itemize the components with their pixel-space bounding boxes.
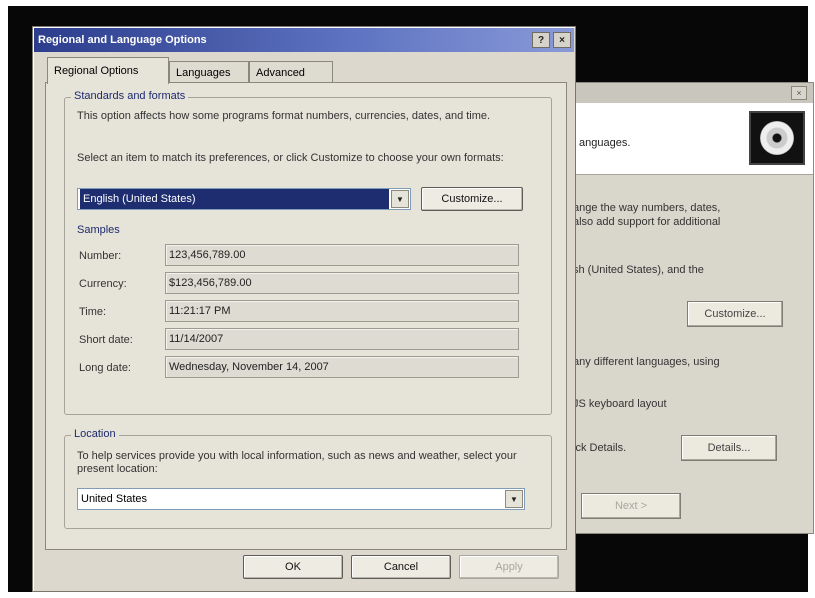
screen-background: × anguages. ange the way numbers, dates,… [8,6,814,592]
location-description: To help services provide you with local … [77,450,517,475]
standards-description: This option affects how some programs fo… [77,110,491,122]
background-text-1: ange the way numbers, dates, [573,202,721,214]
sample-value-long-date: Wednesday, November 14, 2007 [165,356,519,378]
chevron-down-icon[interactable]: ▼ [505,490,523,508]
help-button[interactable]: ? [532,32,550,48]
regional-language-dialog: Regional and Language Options ? × Region… [32,26,576,592]
tab-advanced[interactable]: Advanced [249,61,333,83]
standards-formats-legend: Standards and formats [71,90,189,102]
background-text-4: any different languages, using [573,356,720,368]
locale-select-value: English (United States) [80,189,389,209]
sample-label-time: Time: [79,306,107,318]
background-window-titlebar: × [557,83,813,103]
sample-label-currency: Currency: [79,278,127,290]
background-text-2: also add support for additional [573,216,721,228]
background-text-3: sh (United States), and the [573,264,704,276]
location-select-value: United States [81,493,148,505]
close-button[interactable]: × [553,32,571,48]
location-legend: Location [71,428,119,440]
location-group: Location To help services provide you wi… [64,428,552,529]
regional-options-panel: Standards and formats This option affect… [45,82,567,550]
background-text-5: JS keyboard layout [573,398,667,410]
chevron-down-icon[interactable]: ▼ [391,190,409,208]
dialog-title: Regional and Language Options [38,34,207,46]
cancel-button[interactable]: Cancel [351,555,451,579]
standards-instruction: Select an item to match its preferences,… [77,152,504,164]
help-icon: ? [537,34,545,46]
dialog-titlebar[interactable]: Regional and Language Options ? × [34,28,574,52]
cd-icon [749,111,805,165]
tab-languages[interactable]: Languages [169,61,249,83]
background-customize-button[interactable]: Customize... [687,301,783,327]
location-select[interactable]: United States ▼ [77,488,525,510]
sample-value-number: 123,456,789.00 [165,244,519,266]
background-next-button[interactable]: Next > [581,493,681,519]
background-banner: anguages. [557,103,813,175]
close-icon: × [796,88,802,98]
background-setup-window: × anguages. ange the way numbers, dates,… [556,82,814,534]
background-close-button[interactable]: × [791,86,807,100]
apply-button[interactable]: Apply [459,555,559,579]
sample-label-long-date: Long date: [79,362,131,374]
background-banner-text: anguages. [579,137,631,149]
locale-select[interactable]: English (United States) ▼ [77,188,411,210]
customize-button[interactable]: Customize... [421,187,523,211]
sample-label-number: Number: [79,250,122,262]
sample-value-currency: $123,456,789.00 [165,272,519,294]
samples-heading: Samples [77,224,120,236]
sample-value-time: 11:21:17 PM [165,300,519,322]
close-icon: × [559,34,565,46]
standards-formats-group: Standards and formats This option affect… [64,90,552,415]
background-text-6: ick Details. [573,442,627,454]
sample-label-short-date: Short date: [79,334,133,346]
sample-value-short-date: 11/14/2007 [165,328,519,350]
background-details-button[interactable]: Details... [681,435,777,461]
tab-regional-options[interactable]: Regional Options [47,57,169,84]
ok-button[interactable]: OK [243,555,343,579]
